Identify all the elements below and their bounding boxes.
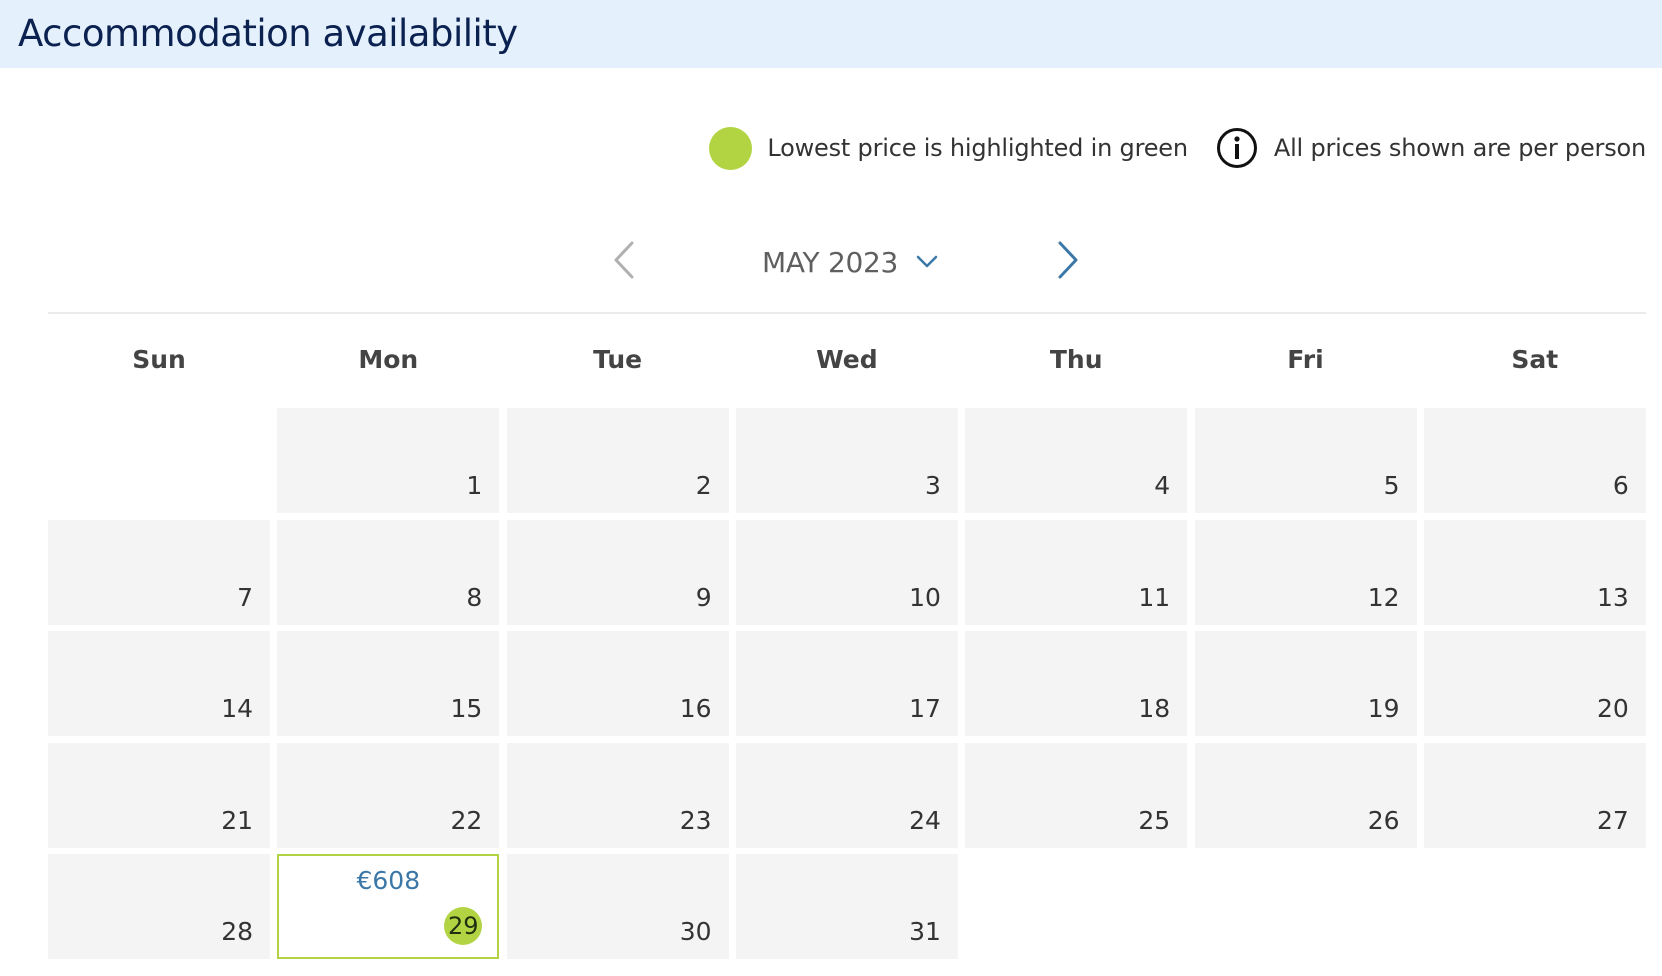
- day-number: 27: [1596, 805, 1629, 835]
- day-number: 16: [679, 694, 712, 723]
- calendar-day-12[interactable]: 12: [1194, 519, 1417, 625]
- month-selector-dropdown[interactable]: MAY 2023: [762, 240, 938, 284]
- calendar-day-20[interactable]: 20: [1423, 631, 1646, 736]
- next-month-button[interactable]: [1054, 240, 1082, 284]
- price-legend: Lowest price is highlighted in green All…: [709, 124, 1646, 172]
- chevron-left-icon: [613, 241, 635, 283]
- day-number: 25: [1138, 805, 1171, 835]
- calendar-day-11[interactable]: 11: [965, 519, 1188, 625]
- calendar-day-17[interactable]: 17: [735, 631, 958, 736]
- calendar-day-4[interactable]: 4: [965, 408, 1188, 513]
- chevron-down-icon: [916, 255, 938, 269]
- calendar-day-9[interactable]: 9: [506, 519, 729, 625]
- calendar-day-27[interactable]: 27: [1423, 742, 1646, 848]
- calendar-day-18[interactable]: 18: [965, 631, 1188, 736]
- lowest-price-dot-icon: [709, 126, 753, 170]
- calendar-day-23[interactable]: 23: [506, 742, 729, 848]
- calendar-day-24[interactable]: 24: [735, 742, 958, 848]
- calendar-day-21[interactable]: 21: [48, 742, 270, 848]
- day-number: 19: [1367, 694, 1400, 723]
- day-number: 9: [695, 582, 712, 612]
- day-number: 26: [1367, 805, 1400, 835]
- day-number: 15: [450, 694, 483, 723]
- calendar-day-26[interactable]: 26: [1194, 742, 1417, 848]
- day-number: 1: [466, 471, 483, 500]
- day-number: 31: [909, 917, 941, 946]
- calendar-day-14[interactable]: 14: [48, 631, 270, 736]
- calendar-day-15[interactable]: 15: [277, 631, 500, 736]
- weekday-sat: Sat: [1511, 345, 1559, 374]
- calendar-day-22[interactable]: 22: [277, 742, 500, 848]
- day-number: 12: [1367, 582, 1400, 612]
- day-number: 4: [1154, 471, 1171, 500]
- calendar-grid: 1 2 3 4 5 6 7 8 9 10 11 12 13 14 15 16 17 18 19 20 21 22 23 24 2…: [48, 408, 1646, 970]
- day-number: 8: [466, 582, 483, 612]
- calendar-day-30[interactable]: 30: [506, 854, 729, 959]
- day-number: 11: [1138, 582, 1171, 612]
- lowest-price-legend-text: Lowest price is highlighted in green: [767, 134, 1188, 162]
- month-label: MAY 2023: [762, 245, 899, 279]
- calendar-day-10[interactable]: 10: [735, 519, 958, 625]
- day-number: 13: [1596, 582, 1629, 612]
- calendar-day-3[interactable]: 3: [735, 408, 958, 513]
- day-number: 17: [909, 694, 941, 723]
- day-number: 28: [221, 917, 253, 946]
- day-number: 30: [679, 917, 712, 946]
- day-number-lowest-price-badge: 29: [444, 907, 483, 945]
- day-number: 7: [237, 582, 253, 612]
- month-navigation: MAY 2023: [0, 240, 1662, 284]
- day-number: 20: [1596, 694, 1629, 723]
- weekday-mon: Mon: [358, 345, 419, 374]
- day-number: 18: [1138, 694, 1171, 723]
- weekday-wed: Wed: [816, 345, 878, 374]
- weekday-fri: Fri: [1287, 345, 1324, 374]
- calendar-day-16[interactable]: 16: [506, 631, 729, 736]
- day-number: 14: [221, 694, 253, 723]
- calendar-day-28[interactable]: 28: [48, 854, 270, 959]
- info-icon: [1216, 127, 1259, 170]
- calendar-day-6[interactable]: 6: [1423, 408, 1646, 513]
- weekday-tue: Tue: [593, 345, 643, 374]
- calendar-day-1[interactable]: 1: [277, 408, 500, 513]
- day-number: 22: [450, 805, 483, 835]
- calendar-day-5[interactable]: 5: [1194, 408, 1417, 513]
- calendar-day-19[interactable]: 19: [1194, 631, 1417, 736]
- calendar-divider: [48, 312, 1646, 314]
- day-number: 5: [1383, 471, 1400, 500]
- calendar-day-8[interactable]: 8: [277, 519, 500, 625]
- calendar-day-7[interactable]: 7: [48, 519, 270, 625]
- calendar-day-31[interactable]: 31: [735, 854, 958, 959]
- day-price: €608: [356, 866, 421, 895]
- weekday-thu: Thu: [1049, 345, 1103, 374]
- page-title: Accommodation availability: [18, 12, 518, 55]
- day-number: 21: [221, 805, 253, 835]
- calendar-day-25[interactable]: 25: [965, 742, 1188, 848]
- day-number: 24: [909, 805, 941, 835]
- day-number: 6: [1612, 471, 1629, 500]
- day-number: 3: [924, 471, 941, 500]
- calendar-day-13[interactable]: 13: [1423, 519, 1646, 625]
- per-person-legend-text: All prices shown are per person: [1273, 134, 1646, 162]
- calendar-day-29[interactable]: €608 29: [277, 854, 500, 959]
- page-header: Accommodation availability: [0, 0, 1662, 68]
- previous-month-button[interactable]: [610, 240, 638, 284]
- day-number: 10: [909, 582, 941, 612]
- chevron-right-icon: [1057, 241, 1079, 283]
- day-number: 23: [679, 805, 712, 835]
- weekday-header-row: Sun Mon Tue Wed Thu Fri Sat: [48, 340, 1646, 380]
- day-number: 2: [695, 471, 712, 500]
- weekday-sun: Sun: [132, 345, 186, 374]
- calendar-day-2[interactable]: 2: [506, 408, 729, 513]
